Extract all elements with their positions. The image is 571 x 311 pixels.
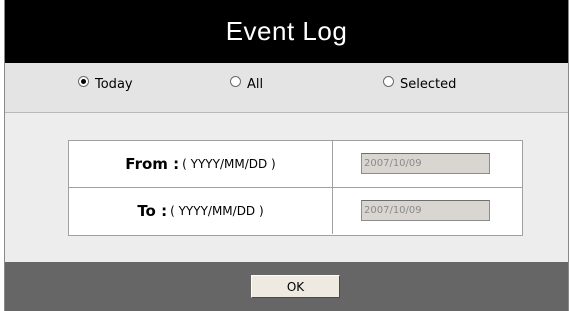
radio-selected[interactable]: Selected [383, 76, 457, 92]
event-log-dialog: Event Log Today All Selected From : ( YY… [4, 0, 569, 311]
radio-today-indicator[interactable] [78, 76, 89, 87]
from-label: From : [125, 155, 180, 173]
to-label: To : [137, 202, 168, 220]
radio-selected-indicator[interactable] [383, 76, 394, 87]
range-options: Today All Selected [5, 63, 568, 113]
dialog-footer: OK [5, 262, 568, 311]
to-label-cell: To : ( YYYY/MM/DD ) [69, 188, 333, 234]
from-row: From : ( YYYY/MM/DD ) [69, 141, 522, 188]
radio-today-label: Today [95, 77, 133, 92]
to-row: To : ( YYYY/MM/DD ) [69, 188, 522, 234]
from-input-cell [333, 141, 522, 187]
date-range-table: From : ( YYYY/MM/DD ) To : ( YYYY/MM/DD … [68, 140, 523, 236]
to-format-hint: ( YYYY/MM/DD ) [170, 204, 264, 218]
radio-today[interactable]: Today [78, 76, 133, 92]
dialog-title: Event Log [225, 16, 348, 46]
to-input-cell [333, 188, 522, 234]
dialog-title-bar: Event Log [5, 0, 568, 63]
from-format-hint: ( YYYY/MM/DD ) [182, 157, 276, 171]
from-date-input[interactable] [361, 153, 490, 174]
ok-button[interactable]: OK [251, 275, 340, 298]
date-range-panel: From : ( YYYY/MM/DD ) To : ( YYYY/MM/DD … [5, 113, 568, 262]
radio-all-label: All [247, 77, 264, 92]
radio-selected-label: Selected [400, 77, 457, 92]
radio-all[interactable]: All [230, 76, 264, 92]
radio-all-indicator[interactable] [230, 76, 241, 87]
from-label-cell: From : ( YYYY/MM/DD ) [69, 141, 333, 187]
to-date-input[interactable] [361, 200, 490, 221]
